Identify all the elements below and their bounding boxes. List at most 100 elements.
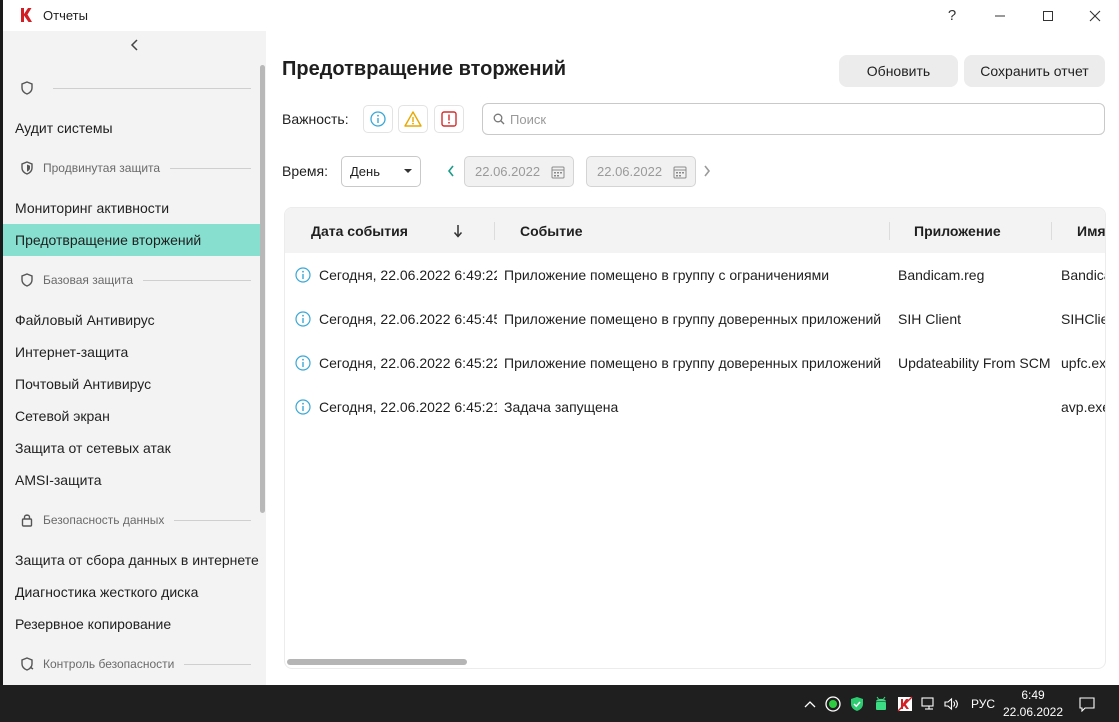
warning-icon — [404, 111, 422, 127]
section-divider — [184, 663, 251, 665]
column-separator[interactable] — [889, 222, 890, 240]
minimize-icon — [995, 15, 1005, 16]
chevron-down-icon — [404, 169, 412, 173]
sidebar-item-activity-monitor[interactable]: Мониторинг активности — [3, 192, 260, 224]
row-date: Сегодня, 22.06.2022 6:49:22 — [319, 267, 497, 283]
table-row[interactable]: Сегодня, 22.06.2022 6:45:45 Приложение п… — [285, 297, 1105, 341]
sidebar-item-private-browsing[interactable]: Защита от сбора данных в интернете — [3, 544, 260, 576]
main-panel: Предотвращение вторжений Обновить Сохран… — [266, 31, 1119, 685]
section-header-security-control: Контроль безопасности — [15, 651, 251, 677]
sidebar-item-file-antivirus[interactable]: Файловый Антивирус — [3, 304, 260, 336]
info-icon — [295, 253, 311, 297]
sidebar-collapse-button[interactable] — [3, 31, 266, 59]
maximize-icon — [1043, 10, 1053, 21]
android-tray-icon[interactable] — [871, 685, 891, 722]
taskbar-clock[interactable]: 6:49 22.06.2022 — [1000, 687, 1066, 721]
minimize-button[interactable] — [976, 0, 1024, 31]
table-horizontal-scrollbar[interactable] — [287, 659, 467, 665]
row-event: Задача запущена — [504, 399, 619, 415]
refresh-button[interactable]: Обновить — [839, 55, 958, 87]
network-icon[interactable] — [919, 685, 939, 722]
sidebar-item-web-protection[interactable]: Интернет-защита — [3, 336, 260, 368]
row-name: avp.exe — [1061, 399, 1106, 415]
sidebar-item-amsi-protection[interactable]: AMSI-защита — [3, 464, 260, 496]
chevron-right-icon — [704, 165, 711, 177]
language-indicator[interactable]: РУС — [965, 685, 1001, 722]
sidebar-item-mail-antivirus[interactable]: Почтовый Антивирус — [3, 368, 260, 400]
section-divider — [170, 167, 251, 169]
section-header-basic: Базовая защита — [15, 267, 251, 293]
sidebar-item-network-attack-blocker[interactable]: Защита от сетевых атак — [3, 432, 260, 464]
kaspersky-tray-icon[interactable] — [847, 685, 867, 722]
date-from-value: 22.06.2022 — [475, 164, 541, 179]
info-icon — [370, 111, 386, 127]
date-to-field[interactable]: 22.06.2022 — [586, 156, 696, 187]
sidebar-item-firewall[interactable]: Сетевой экран — [3, 400, 260, 432]
table-row[interactable]: Сегодня, 22.06.2022 6:45:21 Задача запущ… — [285, 385, 1105, 429]
next-date-button[interactable] — [700, 161, 714, 181]
severity-info-filter[interactable] — [363, 105, 393, 133]
shield-advanced-icon — [19, 160, 35, 176]
row-application — [898, 385, 1052, 429]
section-header-data-security: Безопасность данных — [15, 507, 251, 533]
sidebar-scrollbar[interactable] — [260, 65, 265, 513]
shield-icon — [19, 80, 35, 96]
column-header-date[interactable]: Дата события — [311, 208, 408, 253]
volume-icon[interactable] — [941, 685, 961, 722]
shield-icon — [19, 272, 35, 288]
calendar-icon — [551, 166, 565, 179]
column-separator[interactable] — [1051, 222, 1052, 240]
column-header-name[interactable]: Имя — [1077, 208, 1105, 253]
taskbar: РУС 6:49 22.06.2022 — [0, 685, 1119, 722]
search-placeholder: Поиск — [510, 111, 547, 127]
row-name: SIHClient — [1061, 311, 1105, 327]
info-icon — [295, 385, 311, 429]
row-name: upfc.exe — [1061, 355, 1106, 371]
section-label: Контроль безопасности — [43, 657, 175, 671]
sidebar-item-intrusion-prevention[interactable]: Предотвращение вторжений — [3, 224, 260, 256]
chevron-left-icon — [447, 165, 454, 177]
date-from-field[interactable]: 22.06.2022 — [464, 156, 574, 187]
row-application: Bandicam.reg — [898, 267, 985, 283]
section-divider — [53, 87, 251, 89]
sidebar-item-disk-diagnostics[interactable]: Диагностика жесткого диска — [3, 576, 260, 608]
notification-center-button[interactable] — [1075, 685, 1099, 722]
search-input[interactable]: Поиск — [482, 103, 1105, 135]
close-icon — [1089, 10, 1101, 21]
tray-overflow-button[interactable] — [800, 685, 820, 722]
chevron-up-icon — [804, 700, 816, 707]
sidebar-item-backup[interactable]: Резервное копирование — [3, 608, 260, 640]
kaspersky-alert-tray-icon[interactable] — [895, 685, 915, 722]
close-button[interactable] — [1071, 0, 1119, 31]
section-divider — [174, 519, 251, 521]
period-value: День — [350, 164, 380, 179]
refresh-shield-icon — [19, 656, 35, 672]
table-row[interactable]: Сегодня, 22.06.2022 6:45:22 Приложение п… — [285, 341, 1105, 385]
period-select[interactable]: День — [341, 156, 421, 187]
help-button[interactable]: ? — [928, 0, 976, 31]
save-report-button[interactable]: Сохранить отчет — [964, 55, 1105, 87]
section-header-top — [15, 75, 251, 101]
section-divider — [143, 279, 251, 281]
severity-critical-filter[interactable] — [434, 105, 464, 133]
column-header-event[interactable]: Событие — [520, 208, 583, 253]
severity-warning-filter[interactable] — [398, 105, 428, 133]
previous-date-button[interactable] — [444, 161, 458, 181]
table-row[interactable]: Сегодня, 22.06.2022 6:49:22 Приложение п… — [285, 253, 1105, 297]
severity-label: Важность: — [282, 111, 349, 127]
row-event: Приложение помещено в группу доверенных … — [504, 355, 882, 371]
maximize-button[interactable] — [1024, 0, 1072, 31]
section-label: Продвинутая защита — [43, 161, 161, 175]
title-bar: Отчеты ? — [3, 0, 1119, 31]
chevron-left-icon — [130, 39, 138, 51]
row-application: SIH Client — [898, 311, 962, 327]
sidebar-item-system-audit[interactable]: Аудит системы — [3, 112, 260, 144]
lock-icon — [19, 512, 35, 528]
column-separator[interactable] — [494, 222, 495, 240]
column-header-application[interactable]: Приложение — [914, 208, 1001, 253]
table-header: Дата события Событие Приложение Имя — [285, 208, 1105, 253]
sort-descending-button[interactable] — [453, 208, 463, 253]
critical-icon — [441, 111, 457, 127]
time-label: Время: — [282, 163, 329, 179]
record-status-icon[interactable] — [823, 685, 843, 722]
